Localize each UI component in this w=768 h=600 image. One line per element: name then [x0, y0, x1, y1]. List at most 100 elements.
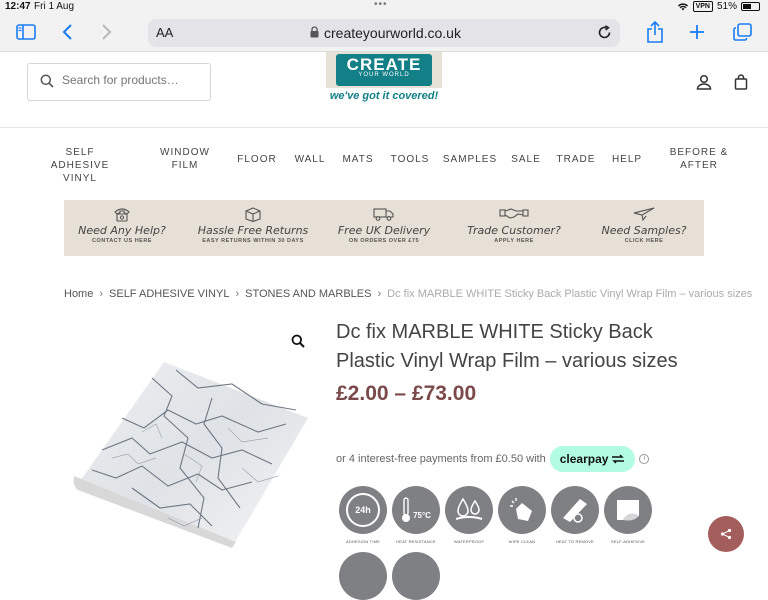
handshake-icon [499, 208, 529, 219]
nav-item-before-after[interactable]: BEFORE & AFTER [668, 146, 730, 172]
main-nav: SELF ADHESIVE VINYL WINDOW FILM FLOOR WA… [0, 146, 768, 184]
breadcrumb-separator: › [99, 288, 104, 300]
nav-item-self-adhesive-vinyl[interactable]: SELF ADHESIVE VINYL [36, 146, 124, 185]
feature-label: WATERPROOF [453, 539, 485, 544]
tabs-overview-icon[interactable] [733, 23, 752, 41]
account-icon[interactable] [696, 74, 712, 90]
nav-label: VINYL [63, 173, 97, 184]
nav-item-trade[interactable]: TRADE [554, 153, 598, 166]
forward-icon[interactable] [100, 24, 112, 40]
multitask-dots-icon[interactable]: ••• [374, 0, 388, 10]
info-icon[interactable]: i [639, 454, 650, 464]
clearpay-row: or 4 interest-free payments from £0.50 w… [336, 446, 650, 472]
clearpay-brand: clearpay [559, 452, 609, 466]
breadcrumb-home[interactable]: Home [64, 288, 93, 300]
reader-aa-button[interactable]: AA [156, 25, 173, 40]
nav-item-wall[interactable]: WALL [290, 153, 330, 166]
nav-item-samples[interactable]: SAMPLES [442, 153, 498, 166]
nav-label: WINDOW [160, 147, 210, 158]
promo-title: Hassle Free Returns [197, 224, 309, 237]
new-tab-plus-icon[interactable] [689, 24, 705, 40]
breadcrumb-self-adhesive-vinyl[interactable]: SELF ADHESIVE VINYL [109, 288, 229, 300]
box-icon [245, 207, 261, 222]
status-bar: 12:47 Fri 1 Aug ••• VPN 51% [0, 0, 768, 16]
nav-item-floor[interactable]: FLOOR [234, 153, 280, 166]
lock-icon [310, 26, 319, 38]
promo-banner: Need Any Help? CONTACT US HERE Hassle Fr… [64, 200, 704, 256]
nav-label: WALL [294, 154, 326, 165]
clearpay-text: or 4 interest-free payments from £0.50 w… [336, 453, 546, 465]
nav-label: AFTER [680, 160, 718, 171]
promo-trade[interactable]: Trade Customer? APPLY HERE [458, 206, 570, 244]
nav-label: HELP [611, 154, 643, 165]
water-drops-icon [445, 486, 493, 534]
promo-subtitle: EASY RETURNS WITHIN 30 DAYS [202, 238, 304, 244]
hairdryer-glyph [563, 499, 587, 523]
feature-label: ADHESION TIME [345, 539, 381, 544]
breadcrumb-separator: › [377, 288, 382, 300]
peel-glyph [617, 500, 639, 521]
wipe-hand-glyph [510, 498, 532, 521]
image-zoom-button[interactable] [284, 327, 312, 355]
feature-label: SELF-ADHESIVE [610, 539, 646, 544]
feature-label: WIPE CLEAN [508, 539, 536, 544]
search-icon[interactable] [40, 74, 54, 88]
promo-returns[interactable]: Hassle Free Returns EASY RETURNS WITHIN … [197, 206, 309, 244]
product-title: Dc fix MARBLE WHITE Sticky Back Plastic … [336, 318, 736, 376]
promo-need-help[interactable]: Need Any Help? CONTACT US HERE [66, 206, 178, 244]
truck-icon [373, 208, 394, 221]
url-text[interactable]: createyourworld.co.uk [324, 25, 461, 41]
feature-icon-partial [339, 552, 387, 600]
promo-subtitle: CONTACT US HERE [92, 238, 152, 244]
feature-glyph: 75°C [413, 510, 431, 520]
hairdryer-icon [551, 486, 599, 534]
breadcrumb-separator: › [235, 288, 240, 300]
promo-title: Trade Customer? [467, 224, 561, 237]
back-icon[interactable] [62, 24, 74, 40]
thermometer-glyph [402, 497, 411, 522]
nav-item-mats[interactable]: MATS [338, 153, 378, 166]
promo-delivery[interactable]: Free UK Delivery ON ORDERS OVER £75 [328, 206, 440, 244]
feature-self-adhesive: SELF-ADHESIVE [603, 486, 653, 544]
wipe-hand-icon [498, 486, 546, 534]
nav-item-window-film[interactable]: WINDOW FILM [154, 146, 216, 172]
water-drops-glyph [455, 497, 483, 520]
feature-waterproof: WATERPROOF [444, 486, 494, 544]
promo-samples[interactable]: Need Samples? CLICK HERE [588, 206, 700, 244]
nav-label: SELF ADHESIVE [50, 147, 110, 171]
breadcrumb: Home › SELF ADHESIVE VINYL › STONES AND MARB… [64, 288, 752, 300]
thermometer-icon: 75°C [392, 486, 440, 534]
feature-label: HEAT TO REMOVE [555, 539, 595, 544]
breadcrumb-current: Dc fix MARBLE WHITE Sticky Back Plastic … [387, 288, 753, 300]
search-input[interactable] [62, 73, 202, 87]
address-bar[interactable]: AA createyourworld.co.uk [148, 19, 620, 47]
feature-heat-to-remove: HEAT TO REMOVE [550, 486, 600, 544]
zoom-magnifier-icon [291, 334, 305, 348]
wifi-icon [677, 3, 688, 11]
nav-label: SAMPLES [442, 154, 498, 165]
peel-icon [604, 486, 652, 534]
nav-label: FILM [171, 160, 199, 171]
feature-label: HEAT RESISTANCE [396, 539, 436, 544]
site-header: CREATE YOUR WORLD we've got it covered! [0, 52, 768, 128]
clearpay-badge[interactable]: clearpay [549, 446, 636, 472]
promo-title: Need Samples? [601, 224, 687, 237]
nav-label: FLOOR [237, 154, 277, 165]
reload-icon[interactable] [597, 25, 612, 40]
nav-item-sale[interactable]: SALE [508, 153, 544, 166]
share-fab-button[interactable] [708, 516, 744, 552]
product-image[interactable] [72, 358, 312, 548]
product-search[interactable] [27, 63, 211, 101]
paper-plane-icon [633, 207, 655, 222]
nav-item-help[interactable]: HELP [608, 153, 646, 166]
promo-subtitle: APPLY HERE [494, 238, 534, 244]
sidebar-icon[interactable] [16, 24, 36, 40]
logo-tagline: we've got it covered! [329, 90, 439, 102]
cart-bag-icon[interactable] [733, 74, 749, 90]
nav-item-tools[interactable]: TOOLS [388, 153, 432, 166]
site-logo[interactable]: CREATE YOUR WORLD we've got it covered! [326, 52, 442, 108]
browser-toolbar: AA createyourworld.co.uk [0, 16, 768, 52]
breadcrumb-stones-and-marbles[interactable]: STONES AND MARBLES [245, 288, 371, 300]
share-icon[interactable] [646, 21, 664, 43]
feature-adhesion-time: 24h ADHESION TIME [338, 486, 388, 544]
